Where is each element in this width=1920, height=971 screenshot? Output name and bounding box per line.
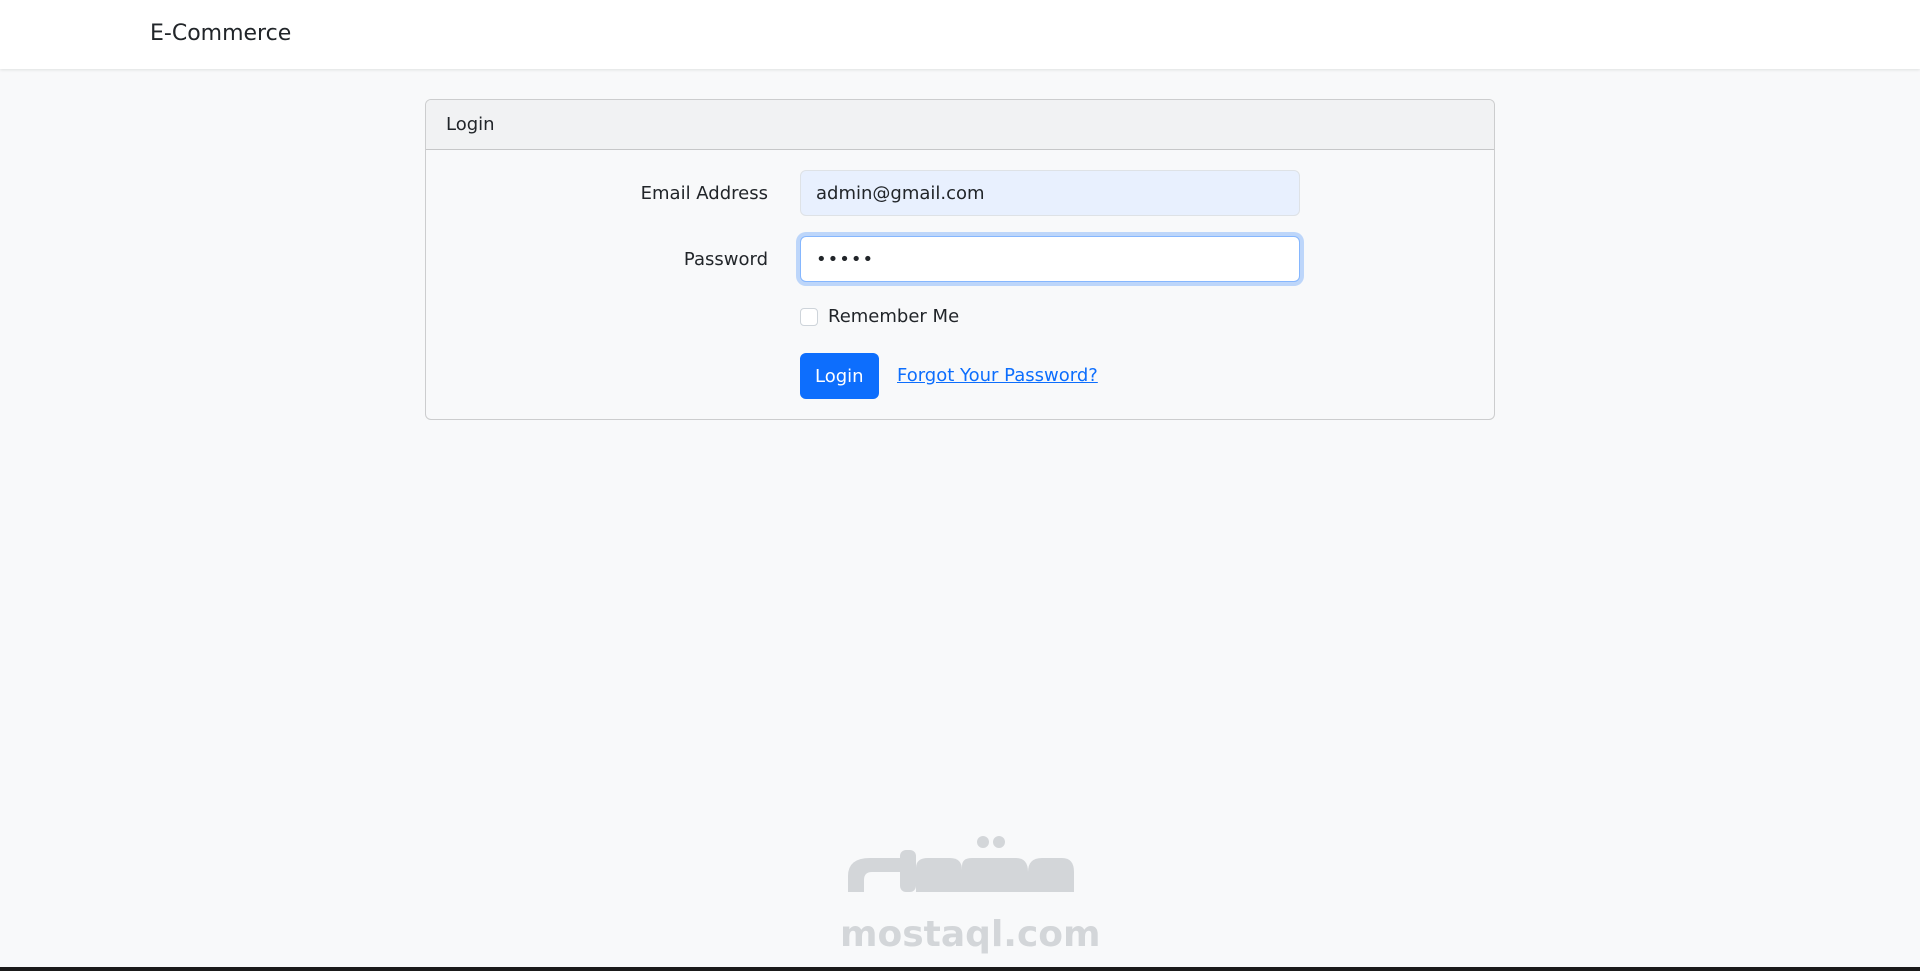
mostaql-watermark: mostaql.com — [840, 832, 1101, 955]
password-field[interactable] — [800, 236, 1300, 282]
watermark-text: mostaql.com — [840, 914, 1101, 955]
bottom-border — [0, 967, 1920, 971]
login-card: Login Email Address Password Remember Me… — [425, 99, 1495, 420]
brand-link[interactable]: E-Commerce — [150, 19, 291, 49]
remember-me-checkbox[interactable] — [800, 307, 818, 326]
remember-me-row: Remember Me — [800, 306, 959, 327]
top-navbar: E-Commerce — [0, 0, 1920, 69]
card-header: Login — [426, 100, 1494, 150]
login-button[interactable]: Login — [800, 353, 879, 399]
email-field[interactable] — [800, 170, 1300, 216]
email-label: Email Address — [640, 183, 768, 204]
mostaql-logo-icon — [848, 836, 1074, 892]
forgot-password-link[interactable]: Forgot Your Password? — [897, 363, 1098, 389]
remember-me-label[interactable]: Remember Me — [828, 306, 959, 327]
password-label: Password — [683, 249, 768, 270]
card-title: Login — [446, 114, 495, 135]
